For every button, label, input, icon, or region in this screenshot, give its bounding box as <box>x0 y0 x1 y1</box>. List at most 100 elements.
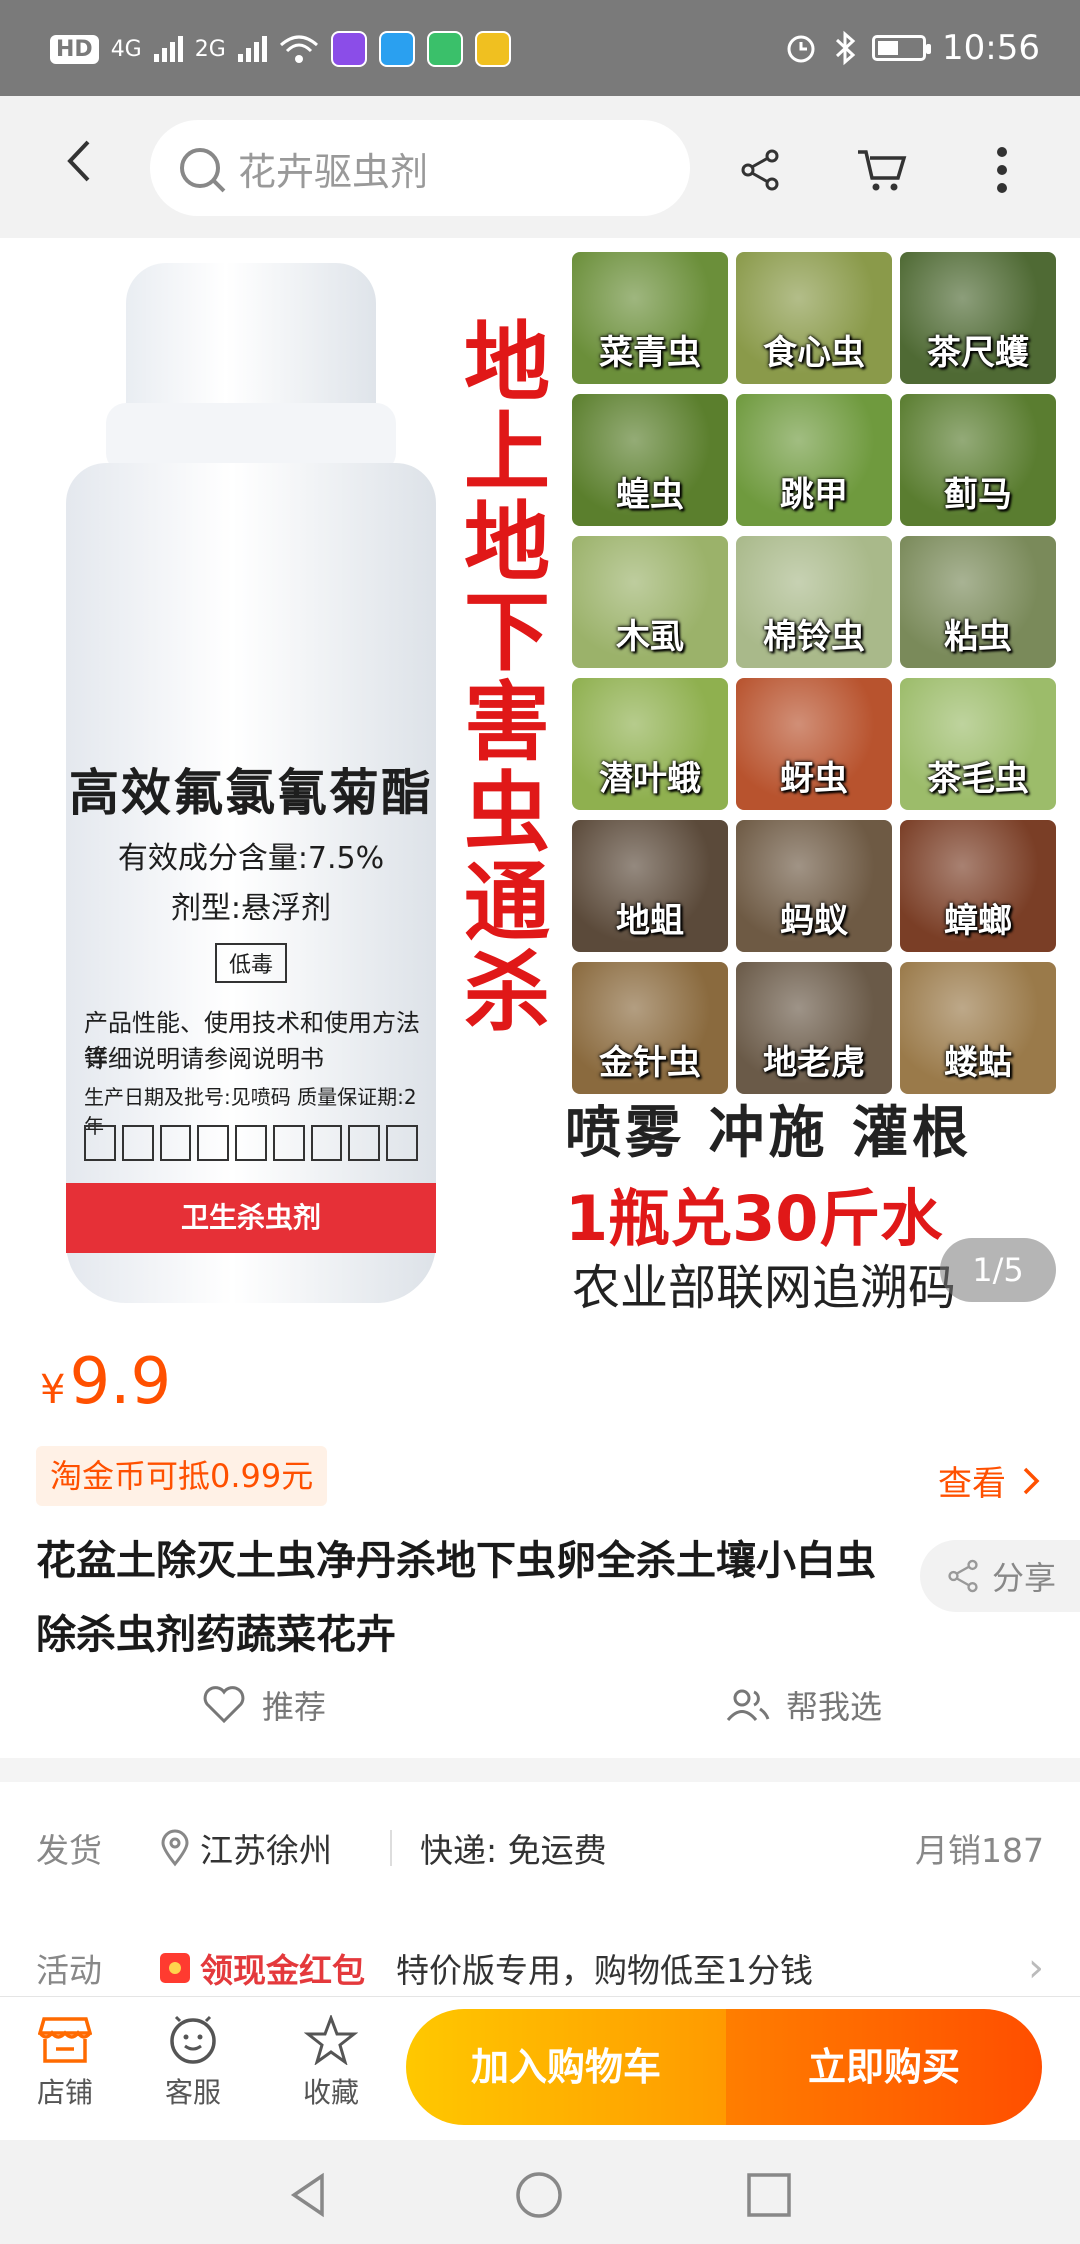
status-right: 10:56 <box>784 24 1040 72</box>
currency-symbol: ¥ <box>40 1367 66 1413</box>
bottle-title: 高效氟氯氰菊酯 <box>69 764 433 822</box>
pest-name: 食心虫 <box>763 333 865 373</box>
clock: 10:56 <box>942 28 1040 68</box>
pest-tile: 食心虫 <box>736 252 892 384</box>
coin-discount-tag: 淘金币可抵0.99元 <box>36 1446 328 1506</box>
more-button[interactable] <box>972 140 1032 200</box>
pest-name: 跳甲 <box>780 475 848 515</box>
slogan-char: 通 <box>464 852 550 953</box>
traceability-text: 农业部联网追溯码 <box>572 1260 957 1316</box>
signal2-icon <box>237 36 267 62</box>
pest-name: 粘虫 <box>944 617 1012 657</box>
product-image-gallery[interactable]: 高效氟氯氰菊酯 有效成分含量:7.5% 剂型:悬浮剂 低毒 产品性能、使用技术和… <box>0 238 1080 1318</box>
slogan-char: 下 <box>464 582 550 683</box>
product-bottle-image: 高效氟氯氰菊酯 有效成分含量:7.5% 剂型:悬浮剂 低毒 产品性能、使用技术和… <box>66 263 436 1318</box>
status-bar: HD 4G 2G 10:56 <box>0 0 1080 96</box>
pest-name: 蚂蚁 <box>780 901 848 941</box>
shipping-row[interactable]: 发货 江苏徐州 快递: 免运费 月销187 <box>0 1808 1080 1888</box>
activity-label: 活动 <box>36 1951 102 1990</box>
add-to-cart-button[interactable]: 加入购物车 <box>406 2009 726 2125</box>
pest-name: 地蛆 <box>616 901 684 941</box>
recommend-button[interactable]: 推荐 <box>202 1670 326 1740</box>
slogan-vertical: 地 上 地 下 害 虫 通 杀 <box>452 318 562 1038</box>
pest-name: 蝼蛄 <box>944 1043 1012 1083</box>
back-button[interactable] <box>50 136 110 196</box>
chevron-right-icon <box>1023 1467 1040 1494</box>
people-icon <box>726 1689 770 1721</box>
bottle-instructions-2: 详细说明请参阅说明书 <box>84 1045 324 1073</box>
help-choose-button[interactable]: 帮我选 <box>724 1670 882 1740</box>
price: ¥ 9.9 <box>40 1345 171 1419</box>
share-pill-button[interactable]: 分享 <box>920 1540 1080 1612</box>
red-packet-icon <box>160 1953 190 1983</box>
pest-tile: 粘虫 <box>900 536 1056 668</box>
application-methods: 喷雾 冲施 灌根 <box>565 1101 972 1166</box>
bottle-cap <box>126 263 376 413</box>
pest-tile: 地蛆 <box>572 820 728 952</box>
pest-grid: 菜青虫 食心虫 茶尺蠖 蝗虫 跳甲 蓟马 木虱 棉铃虫 粘虫 潜叶蛾 蚜虫 茶毛虫 地蛆 蚂蚁 蟑螂 金针虫 地… <box>572 252 1062 1094</box>
maps-app-icon <box>474 31 511 67</box>
store-button[interactable]: 店铺 <box>10 2015 120 2111</box>
alarm-icon <box>787 35 815 63</box>
pest-name: 菜青虫 <box>599 333 701 373</box>
pest-tile: 蝗虫 <box>572 394 728 526</box>
search-input[interactable]: 花卉驱虫剂 <box>150 120 690 216</box>
bluetooth-icon <box>835 30 856 66</box>
image-pager: 1/5 <box>940 1238 1056 1302</box>
activity-description: 特价版专用，购物低至1分钱 <box>396 1951 813 1990</box>
view-link[interactable]: 查看 <box>938 1456 1040 1505</box>
pest-tile: 蝼蛄 <box>900 962 1056 1094</box>
smiley-service-icon <box>170 2015 216 2064</box>
battery-icon <box>872 35 932 61</box>
help-choose-label: 帮我选 <box>786 1688 883 1726</box>
hd-badge: HD <box>50 34 99 64</box>
favorite-label: 收藏 <box>302 2076 359 2109</box>
chevron-right-icon: › <box>1028 1945 1044 1991</box>
bottle-band-label: 卫生杀虫剂 <box>66 1183 436 1253</box>
bottle-formulation: 剂型:悬浮剂 <box>170 891 332 926</box>
sim1-label: 4G <box>110 36 142 62</box>
view-link-label: 查看 <box>938 1464 1006 1504</box>
bottle-body: 高效氟氯氰菊酯 有效成分含量:7.5% 剂型:悬浮剂 低毒 产品性能、使用技术和… <box>66 463 436 1303</box>
service-label: 客服 <box>164 2076 221 2109</box>
share-button[interactable] <box>730 140 790 200</box>
pest-tile: 地老虎 <box>736 962 892 1094</box>
express-info: 快递: 免运费 <box>420 1831 607 1870</box>
slogan-char: 杀 <box>464 942 550 1043</box>
search-icon <box>180 148 220 188</box>
star-icon <box>304 2015 358 2065</box>
back-icon <box>67 140 90 182</box>
browser-app-icon <box>378 31 415 67</box>
pest-tile: 茶尺蠖 <box>900 252 1056 384</box>
location-pin-icon <box>161 1829 189 1867</box>
pest-tile: 木虱 <box>572 536 728 668</box>
share-icon <box>741 149 779 191</box>
toxicity-label: 低毒 <box>214 943 287 983</box>
slogan-char: 虫 <box>464 762 550 863</box>
pest-name: 潜叶蛾 <box>599 759 701 799</box>
pest-tile: 蚜虫 <box>736 678 892 810</box>
nav-back-triangle-icon[interactable] <box>284 2170 334 2220</box>
price-value: 9.9 <box>69 1345 172 1419</box>
pest-name: 蟑螂 <box>944 901 1012 941</box>
product-title: 花盆土除灭土虫净丹杀地下虫卵全杀土壤小白虫除杀虫剂药蔬菜花卉 <box>36 1538 876 1658</box>
nav-home-circle-icon[interactable] <box>514 2170 564 2220</box>
search-placeholder: 花卉驱虫剂 <box>238 149 429 194</box>
pest-name: 金针虫 <box>599 1043 701 1083</box>
pest-name: 地老虎 <box>763 1043 865 1083</box>
cart-button[interactable] <box>852 140 912 200</box>
customer-service-button[interactable]: 客服 <box>138 2015 248 2111</box>
buy-now-button[interactable]: 立即购买 <box>726 2009 1042 2125</box>
slogan-char: 上 <box>464 402 550 503</box>
pest-tile: 跳甲 <box>736 394 892 526</box>
pest-name: 木虱 <box>616 617 684 657</box>
monthly-sales: 月销187 <box>915 1831 1044 1870</box>
nav-recents-square-icon[interactable] <box>744 2170 794 2220</box>
pest-name: 茶尺蠖 <box>927 333 1029 373</box>
pest-name: 棉铃虫 <box>763 617 865 657</box>
section-divider <box>0 1758 1080 1782</box>
wifi-icon <box>279 35 318 63</box>
dilution-ratio: 1瓶兑30斤水 <box>565 1182 943 1255</box>
favorite-button[interactable]: 收藏 <box>276 2015 386 2111</box>
pest-name: 蓟马 <box>944 475 1012 515</box>
